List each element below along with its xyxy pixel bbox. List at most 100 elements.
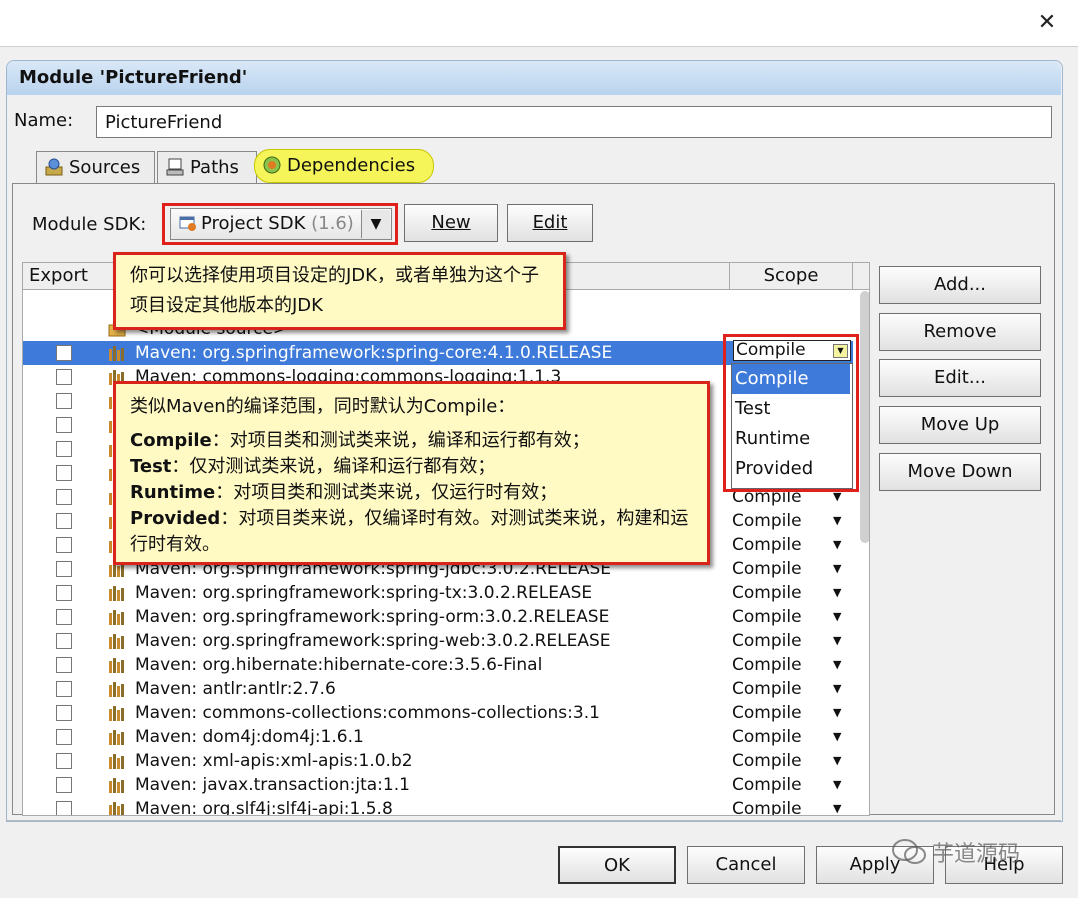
table-row[interactable]: Maven: dom4j:dom4j:1.6.1 Compile ▼ [23, 725, 853, 749]
move-up-button[interactable]: Move Up [879, 406, 1041, 444]
tab-sources[interactable]: Sources [36, 151, 155, 183]
export-checkbox[interactable] [56, 537, 72, 553]
column-scope[interactable]: Scope [729, 263, 853, 289]
export-checkbox[interactable] [56, 561, 72, 577]
library-icon [109, 346, 124, 361]
remove-button[interactable]: Remove [879, 313, 1041, 351]
move-down-button[interactable]: Move Down [879, 453, 1041, 491]
scope-option-compile[interactable]: Compile [732, 364, 850, 394]
scope-value[interactable]: Compile [732, 725, 802, 749]
export-checkbox[interactable] [56, 609, 72, 625]
export-checkbox[interactable] [56, 801, 72, 815]
scope-value[interactable]: Compile [732, 581, 802, 605]
table-row[interactable]: Maven: commons-collections:commons-colle… [23, 701, 853, 725]
table-row[interactable]: Maven: org.springframework:spring-web:3.… [23, 629, 853, 653]
library-icon [109, 754, 124, 769]
export-checkbox[interactable] [56, 345, 72, 361]
chevron-down-icon[interactable]: ▼ [833, 344, 848, 358]
ok-button[interactable]: OK [558, 846, 676, 884]
scope-select-value: Compile [736, 340, 806, 360]
chevron-down-icon[interactable]: ▼ [833, 581, 841, 605]
table-row[interactable]: Maven: antlr:antlr:2.7.6 Compile ▼ [23, 677, 853, 701]
export-checkbox[interactable] [56, 729, 72, 745]
tab-label: Sources [69, 157, 141, 178]
scope-value[interactable]: Compile [732, 677, 802, 701]
close-icon[interactable]: ✕ [1032, 8, 1062, 38]
export-checkbox[interactable] [56, 705, 72, 721]
chevron-down-icon[interactable]: ▼ [833, 509, 841, 533]
wechat-icon [892, 839, 926, 864]
scope-value[interactable]: Compile [732, 557, 802, 581]
scope-select[interactable]: Compile ▼ [733, 340, 851, 361]
scope-option-provided[interactable]: Provided [732, 454, 850, 484]
dependency-name: Maven: xml-apis:xml-apis:1.0.b2 [135, 751, 413, 771]
dependency-name: Maven: org.springframework:spring-tx:3.0… [135, 583, 593, 603]
export-checkbox[interactable] [56, 489, 72, 505]
library-icon [109, 634, 124, 649]
module-name-input[interactable] [96, 106, 1052, 138]
new-sdk-button[interactable]: New [404, 204, 498, 242]
dependency-name: Maven: javax.transaction:jta:1.1 [135, 775, 410, 795]
table-row[interactable]: Maven: org.hibernate:hibernate-core:3.5.… [23, 653, 853, 677]
chevron-down-icon[interactable]: ▼ [833, 797, 841, 815]
sdk-value: Project SDK [201, 213, 306, 234]
edit-sdk-button[interactable]: Edit [507, 204, 593, 242]
scope-option-test[interactable]: Test [732, 394, 850, 424]
cancel-button[interactable]: Cancel [687, 846, 805, 884]
dependency-name: Maven: org.springframework:spring-web:3.… [135, 631, 611, 651]
tab-dependencies[interactable]: Dependencies [254, 149, 434, 183]
tab-label: Paths [190, 157, 239, 178]
chevron-down-icon[interactable]: ▼ [833, 533, 841, 557]
vertical-scrollbar[interactable] [860, 291, 869, 543]
chevron-down-icon[interactable]: ▼ [833, 701, 841, 725]
scope-value[interactable]: Compile [732, 533, 802, 557]
scope-value[interactable]: Compile [732, 797, 802, 815]
library-icon [109, 682, 124, 697]
scope-value[interactable]: Compile [732, 605, 802, 629]
library-icon [109, 610, 124, 625]
export-checkbox[interactable] [56, 441, 72, 457]
export-checkbox[interactable] [56, 465, 72, 481]
chevron-down-icon[interactable]: ▼ [833, 749, 841, 773]
column-export[interactable]: Export [29, 265, 88, 286]
add-button[interactable]: Add... [879, 266, 1041, 304]
table-row[interactable]: Maven: javax.transaction:jta:1.1 Compile ▼ [23, 773, 853, 797]
table-row[interactable]: Maven: org.springframework:spring-tx:3.0… [23, 581, 853, 605]
tab-paths[interactable]: Paths [157, 151, 257, 183]
dependency-name: Maven: commons-collections:commons-colle… [135, 703, 600, 723]
chevron-down-icon[interactable]: ▼ [833, 653, 841, 677]
export-checkbox[interactable] [56, 681, 72, 697]
export-checkbox[interactable] [56, 369, 72, 385]
chevron-down-icon[interactable]: ▼ [833, 605, 841, 629]
export-checkbox[interactable] [56, 417, 72, 433]
watermark-text: 芋道源码 [932, 842, 1021, 867]
table-row[interactable]: Maven: org.slf4j:slf4j-api:1.5.8 Compile ▼ [23, 797, 853, 815]
scope-option-runtime[interactable]: Runtime [732, 424, 850, 454]
scope-value[interactable]: Compile [732, 629, 802, 653]
chevron-down-icon[interactable]: ▼ [833, 557, 841, 581]
scope-note-item: Runtime：对项目类和测试类来说，仅运行时有效； [130, 480, 693, 506]
scope-value[interactable]: Compile [732, 653, 802, 677]
export-checkbox[interactable] [56, 777, 72, 793]
scope-value[interactable]: Compile [732, 773, 802, 797]
edit-dependency-button[interactable]: Edit... [879, 359, 1041, 397]
scope-value[interactable]: Compile [732, 509, 802, 533]
chevron-down-icon[interactable]: ▼ [833, 725, 841, 749]
table-row[interactable]: Maven: org.springframework:spring-orm:3.… [23, 605, 853, 629]
chevron-down-icon[interactable]: ▼ [833, 629, 841, 653]
scope-value[interactable]: Compile [732, 701, 802, 725]
scope-value[interactable]: Compile [732, 749, 802, 773]
module-sdk-select[interactable]: Project SDK (1.6) ▼ [170, 208, 392, 240]
chevron-down-icon[interactable]: ▼ [833, 677, 841, 701]
chevron-down-icon[interactable]: ▼ [833, 773, 841, 797]
export-checkbox[interactable] [56, 633, 72, 649]
library-icon [109, 778, 124, 793]
export-checkbox[interactable] [56, 585, 72, 601]
export-checkbox[interactable] [56, 513, 72, 529]
export-checkbox[interactable] [56, 753, 72, 769]
table-row[interactable]: Maven: xml-apis:xml-apis:1.0.b2 Compile ▼ [23, 749, 853, 773]
export-checkbox[interactable] [56, 393, 72, 409]
export-checkbox[interactable] [56, 657, 72, 673]
chevron-down-icon[interactable]: ▼ [361, 210, 390, 238]
scope-desc: ：对项目类和测试类来说，编译和运行都有效； [211, 430, 590, 451]
